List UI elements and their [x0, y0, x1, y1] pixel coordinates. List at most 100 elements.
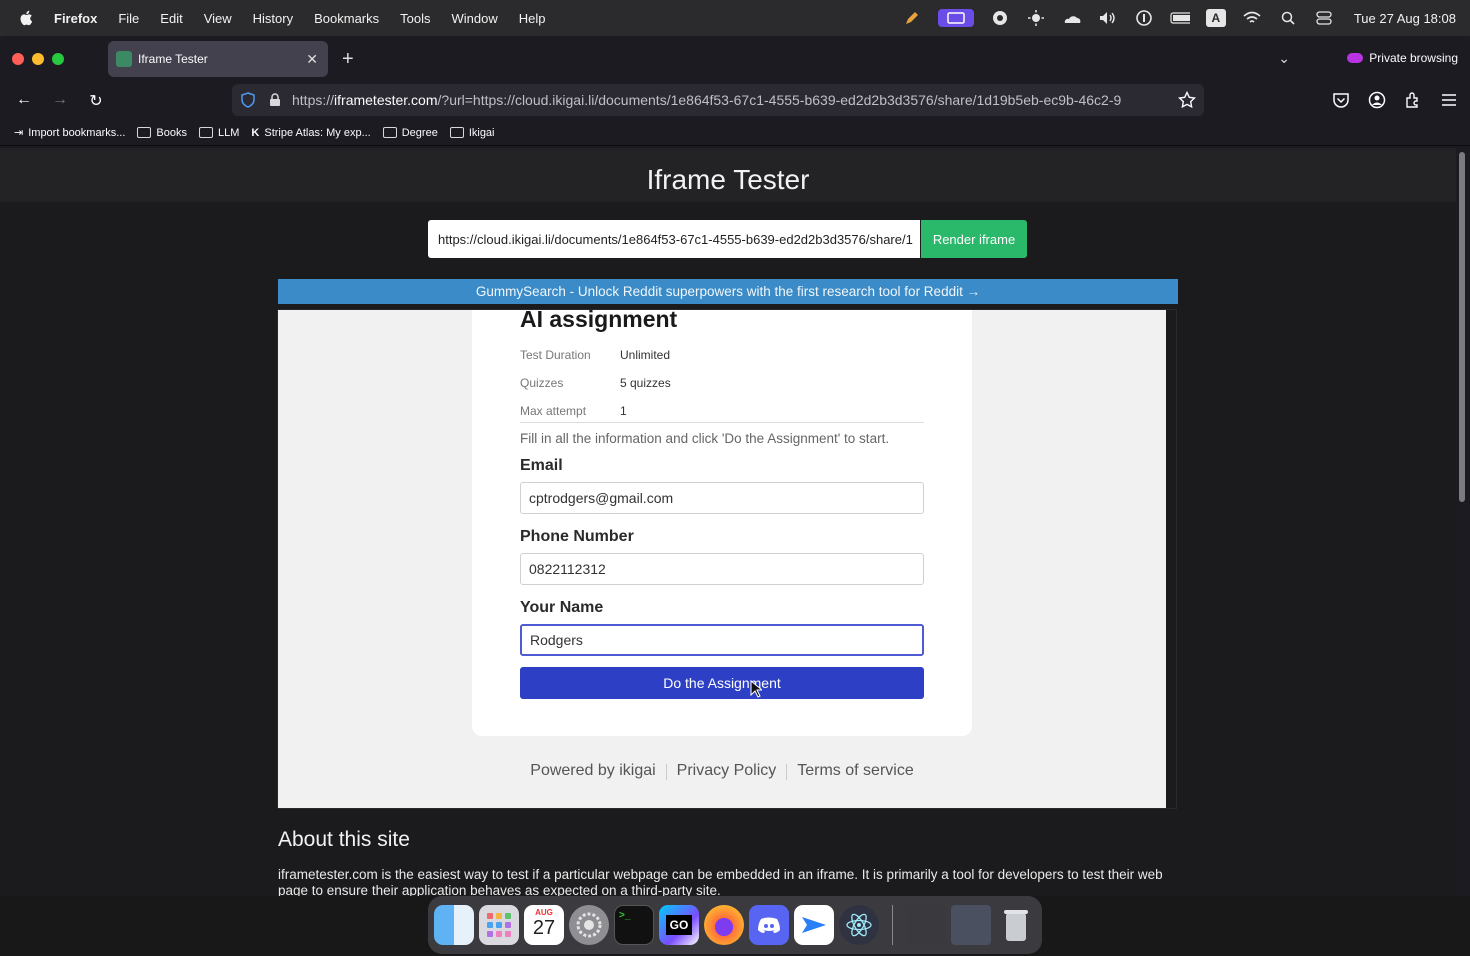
import-icon: ⇥	[14, 127, 24, 139]
tab-bar: Iframe Tester ✕ + ⌄ Private browsing	[0, 36, 1470, 82]
close-window-button[interactable]	[12, 53, 24, 65]
private-browsing-label: Private browsing	[1369, 51, 1458, 65]
phone-label: Phone Number	[520, 528, 634, 545]
bookmark-label: Stripe Atlas: My exp...	[264, 126, 371, 139]
goland-text: GO	[665, 915, 693, 935]
electron-icon[interactable]	[839, 905, 879, 945]
about-text: iframetester.com is the easiest way to t…	[278, 867, 1163, 896]
meta-value-max-attempt: 1	[620, 404, 627, 418]
mail-spark-icon[interactable]	[794, 905, 834, 945]
account-icon[interactable]	[1368, 91, 1386, 109]
bookmark-label: Import bookmarks...	[28, 126, 126, 139]
menu-edit[interactable]: Edit	[160, 11, 182, 26]
screenshot-window-icon[interactable]	[951, 905, 991, 945]
close-tab-icon[interactable]: ✕	[306, 51, 318, 68]
apple-icon[interactable]	[18, 9, 36, 27]
private-browsing-indicator: Private browsing	[1347, 51, 1458, 65]
k-icon: K	[251, 126, 260, 139]
address-bar[interactable]: https://iframetester.com/?url=https://cl…	[232, 84, 1204, 116]
control-center-icon[interactable]	[1314, 9, 1334, 27]
maximize-window-button[interactable]	[52, 53, 64, 65]
spotlight-icon[interactable]	[1278, 9, 1298, 27]
pocket-icon[interactable]	[1332, 91, 1350, 109]
instructions-text: Fill in all the information and click 'D…	[520, 431, 890, 446]
record-icon[interactable]	[990, 9, 1010, 27]
menu-file[interactable]: File	[118, 11, 139, 26]
embedded-iframe[interactable]: AI assignment Test Duration Unlimited Qu…	[278, 310, 1166, 808]
bookmark-degree[interactable]: Degree	[382, 126, 438, 139]
window-controls	[12, 53, 64, 65]
forward-arrow-icon[interactable]: →	[49, 91, 71, 109]
privacy-policy-link[interactable]: Privacy Policy	[677, 762, 777, 780]
dock-separator	[892, 905, 893, 945]
input-source-icon[interactable]: A	[1205, 9, 1226, 27]
promo-banner-link[interactable]: GummySearch - Unlock Reddit superpowers …	[278, 279, 1178, 304]
wifi-icon[interactable]	[1242, 9, 1262, 27]
menu-window[interactable]: Window	[452, 11, 498, 26]
menu-bookmarks[interactable]: Bookmarks	[314, 11, 379, 26]
preview-window-icon[interactable]	[906, 905, 946, 945]
render-iframe-button[interactable]: Render iframe	[921, 220, 1027, 258]
meta-divider	[520, 422, 924, 423]
firefox-icon[interactable]	[704, 905, 744, 945]
tracking-shield-icon[interactable]	[240, 92, 256, 108]
bookmark-stripe-atlas[interactable]: K Stripe Atlas: My exp...	[251, 127, 370, 139]
screen-share-icon[interactable]	[937, 9, 974, 27]
volume-icon[interactable]	[1098, 9, 1118, 27]
footer-separator	[665, 764, 667, 780]
menu-tools[interactable]: Tools	[400, 11, 430, 26]
do-assignment-button[interactable]: Do the Assignment	[520, 667, 924, 699]
menu-history[interactable]: History	[253, 11, 293, 26]
hamburger-menu-icon[interactable]	[1440, 91, 1458, 109]
back-arrow-icon[interactable]: ←	[13, 91, 35, 109]
bookmarks-toolbar: ⇥ Import bookmarks... Books LLM K Stripe A…	[0, 120, 1470, 146]
phone-field[interactable]: 0822112312	[520, 553, 924, 585]
iframe-url-input[interactable]: https://cloud.ikigai.li/documents/1e864f…	[428, 220, 920, 258]
trash-icon[interactable]	[996, 905, 1036, 945]
scrollbar-thumb[interactable]	[1459, 152, 1465, 502]
bookmark-star-icon[interactable]	[1178, 91, 1196, 109]
tab-list-chevron-icon[interactable]: ⌄	[1278, 50, 1290, 67]
terminal-icon[interactable]: >_	[614, 905, 654, 945]
reload-icon[interactable]: ↻	[85, 91, 107, 111]
bookmark-label: Degree	[401, 126, 438, 139]
menu-app-name[interactable]: Firefox	[54, 11, 97, 26]
terms-of-service-link[interactable]: Terms of service	[797, 762, 913, 780]
name-field[interactable]: Rodgers	[520, 624, 924, 656]
url-rest: /?url=https://cloud.ikigai.li/documents/…	[437, 92, 1122, 108]
menubar-clock[interactable]: Tue 27 Aug 18:08	[1354, 11, 1456, 26]
menu-help[interactable]: Help	[519, 11, 546, 26]
discord-icon[interactable]	[749, 905, 789, 945]
calendar-icon[interactable]: AUG 27	[524, 905, 564, 945]
meta-label-duration: Test Duration	[520, 348, 591, 362]
lock-icon[interactable]	[268, 93, 282, 107]
folder-icon	[382, 127, 397, 138]
tab-iframe-tester[interactable]: Iframe Tester ✕	[108, 41, 328, 77]
minimize-window-button[interactable]	[32, 53, 44, 65]
cloud-icon[interactable]	[1062, 9, 1082, 27]
toolbar-right-icons	[1332, 91, 1458, 109]
assignment-title: AI assignment	[520, 310, 678, 332]
extensions-icon[interactable]	[1404, 91, 1422, 109]
bookmark-llm[interactable]: LLM	[199, 127, 239, 139]
new-tab-icon[interactable]: +	[342, 48, 354, 71]
menu-view[interactable]: View	[204, 11, 232, 26]
finder-icon[interactable]	[434, 905, 474, 945]
bookmark-ikigai[interactable]: Ikigai	[449, 127, 495, 139]
1password-icon[interactable]	[1134, 9, 1154, 27]
powered-by-link[interactable]: Powered by ikigai	[530, 762, 655, 780]
brightness-icon[interactable]	[1026, 9, 1046, 27]
email-label: Email	[520, 457, 563, 474]
bookmark-books[interactable]: Books	[137, 127, 187, 139]
pen-icon[interactable]	[902, 9, 922, 27]
macos-menubar: Firefox File Edit View History Bookmarks…	[0, 0, 1470, 36]
about-heading: About this site	[278, 828, 410, 851]
goland-icon[interactable]: GO	[659, 905, 699, 945]
bookmark-import[interactable]: ⇥ Import bookmarks...	[14, 126, 126, 140]
launchpad-icon[interactable]	[479, 905, 519, 945]
page-scrollbar[interactable]	[1458, 150, 1466, 894]
email-field[interactable]: cptrodgers@gmail.com	[520, 482, 924, 514]
system-settings-icon[interactable]	[569, 905, 609, 945]
bookmark-label: LLM	[218, 126, 240, 139]
macos-dock: AUG 27 >_ GO	[428, 896, 1042, 954]
